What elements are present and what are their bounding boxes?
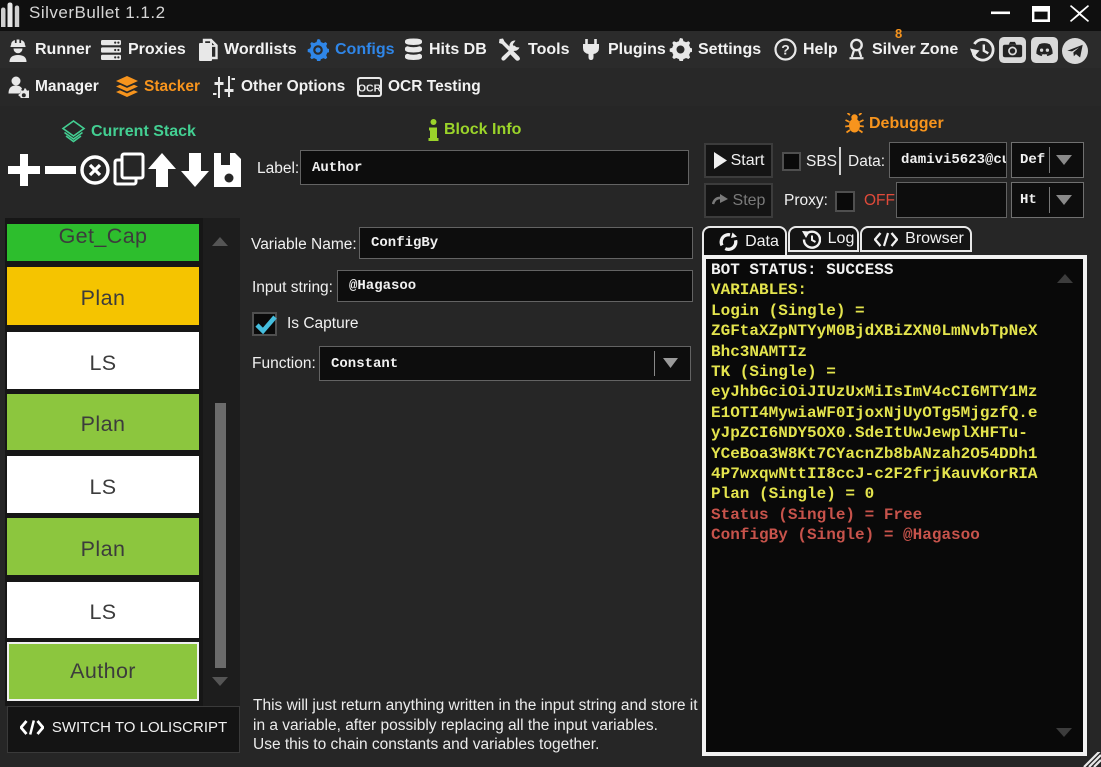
svg-text:?: ? [781, 42, 790, 58]
svg-text:OCR: OCR [358, 83, 382, 95]
